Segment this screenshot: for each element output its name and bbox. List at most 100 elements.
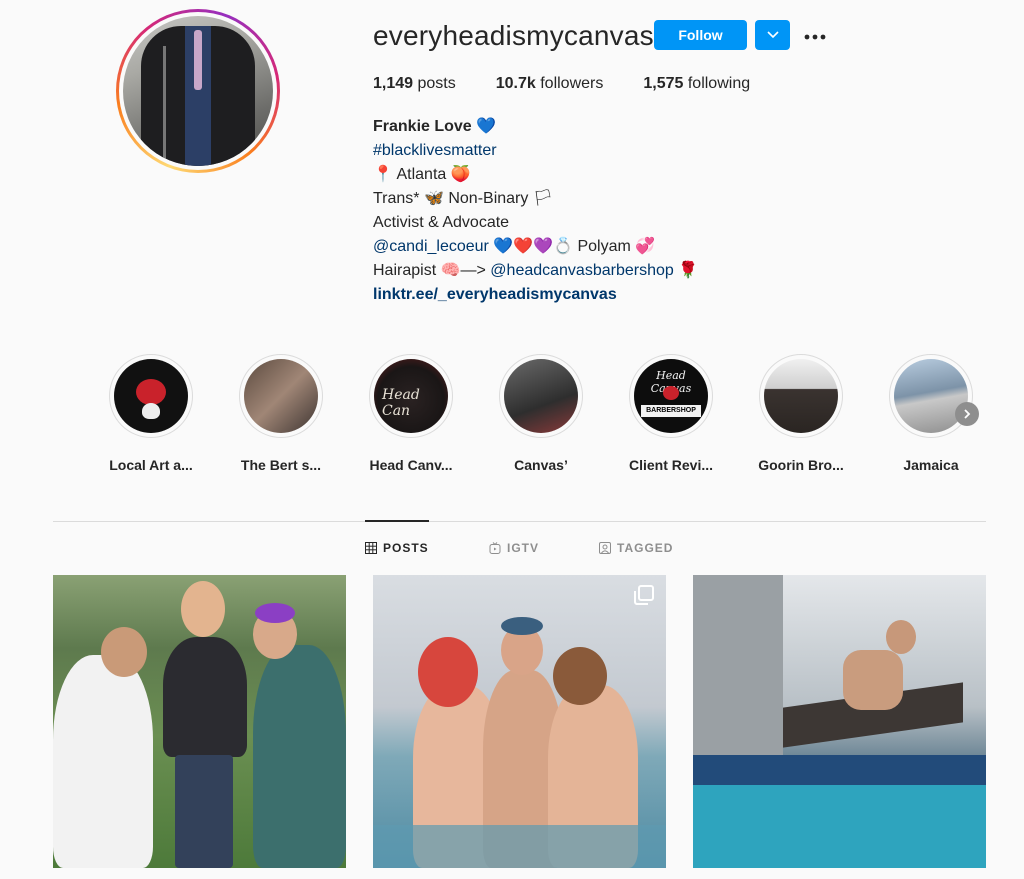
photo-hair [501, 617, 543, 635]
tabs-divider [53, 521, 986, 522]
photo-head [101, 627, 147, 677]
photo-hair [418, 637, 478, 707]
following-label: following [683, 75, 751, 92]
tab-label: IGTV [507, 541, 540, 555]
bio-name: Frankie Love 💙 [373, 118, 497, 135]
bio-role: Activist & Advocate [373, 214, 510, 231]
bio-external-url[interactable]: linktr.ee/_everyheadismycanvas [373, 286, 617, 303]
photo-head [886, 620, 916, 654]
photo-person [843, 650, 903, 710]
highlight-cover [894, 359, 968, 433]
more-options-button[interactable] [800, 22, 830, 48]
highlight-head-canvas[interactable]: Head Can Head Canv... [346, 354, 476, 473]
bio-location: 📍 Atlanta 🍑 [373, 166, 471, 183]
bio-hair-suffix: 🌹 [673, 262, 699, 279]
highlight-ring: Head Canvas BARBERSHOP [629, 354, 713, 438]
highlight-label: Client Revi... [628, 457, 714, 473]
posts-count: 1,149 [373, 75, 414, 92]
tab-posts[interactable]: POSTS [365, 541, 429, 555]
rose-graphic [663, 386, 679, 400]
tab-label: POSTS [383, 541, 429, 555]
avatar-zip [163, 46, 166, 166]
pool-water [373, 825, 666, 868]
highlight-label: Local Art a... [109, 457, 193, 473]
followers-count: 10.7k [495, 75, 536, 92]
followers-label: followers [535, 75, 604, 92]
highlight-label: The Bert s... [240, 457, 322, 473]
bio-hair-prefix: Hairapist 🧠—> [373, 262, 491, 279]
profile-username: everyheadismycanvas [373, 20, 654, 51]
multiple-photos-icon [634, 585, 654, 605]
profile-stats: 1,149 posts 10.7k followers 1,575 follow… [373, 75, 790, 93]
highlight-label: Canvas’ [514, 457, 568, 473]
bio-identity: Trans* 🦋 Non-Binary 🏳 [373, 190, 554, 207]
highlight-cover [114, 359, 188, 433]
photo-hair [255, 603, 295, 623]
profile-bio: Frankie Love 💙 #blacklivesmatter 📍 Atlan… [373, 115, 793, 307]
following-count: 1,575 [643, 75, 684, 92]
photo-person [53, 655, 153, 868]
photo-head [181, 581, 225, 637]
highlight-ring: Head Can [369, 354, 453, 438]
bio-hair-line: Hairapist 🧠—> @headcanvasbarbershop 🌹 [373, 259, 793, 283]
following-stat[interactable]: 1,575 following [643, 75, 750, 93]
grid-icon [365, 542, 377, 554]
chevron-right-icon [964, 409, 971, 419]
story-highlights: Local Art a... The Bert s... Head Can He… [86, 354, 996, 473]
bio-partner-line: @candi_lecoeur 💙❤️💜💍 Polyam 💞 [373, 235, 793, 259]
highlight-client-reviews[interactable]: Head Canvas BARBERSHOP Client Revi... [606, 354, 736, 473]
highlight-label: Goorin Bro... [758, 457, 844, 473]
highlight-ring [499, 354, 583, 438]
chevron-down-icon [755, 20, 790, 50]
highlight-ring [889, 354, 973, 438]
followers-stat[interactable]: 10.7k followers [496, 75, 604, 93]
igtv-icon [489, 542, 501, 554]
highlight-cover: Head Can [374, 359, 448, 433]
bio-partner-suffix: 💙❤️💜💍 Polyam 💞 [488, 238, 656, 255]
profile-tabs: POSTS IGTV TAGGED [0, 541, 1024, 557]
bio-hashtag-link[interactable]: #blacklivesmatter [373, 142, 497, 159]
photo-person [175, 755, 233, 868]
avatar-tie [194, 30, 202, 90]
post-thumbnail[interactable] [53, 575, 346, 868]
post-thumbnail[interactable] [373, 575, 666, 868]
tab-tagged[interactable]: TAGGED [599, 541, 673, 555]
bio-partner-link[interactable]: @candi_lecoeur [373, 238, 489, 255]
rose-graphic [136, 379, 166, 405]
badge-shop-text: BARBERSHOP [641, 405, 701, 417]
highlight-cover: Head Canvas BARBERSHOP [634, 359, 708, 433]
skull-graphic [142, 403, 160, 419]
photo-person [163, 637, 247, 757]
profile-avatar-ring[interactable] [116, 9, 280, 173]
highlights-next-button[interactable] [955, 402, 979, 426]
posts-label: posts [413, 75, 456, 92]
highlight-label: Jamaica [903, 457, 959, 473]
highlight-canvas[interactable]: Canvas’ [476, 354, 606, 473]
highlight-ring [109, 354, 193, 438]
highlight-label: Head Canv... [369, 457, 453, 473]
post-thumbnail[interactable] [693, 575, 986, 868]
photo-person [253, 645, 346, 868]
suggested-dropdown-button[interactable] [755, 20, 790, 50]
follow-button[interactable]: Follow [654, 20, 747, 50]
photo-hair [553, 647, 607, 705]
highlight-cover [244, 359, 318, 433]
highlight-cover [504, 359, 578, 433]
highlight-the-bert[interactable]: The Bert s... [216, 354, 346, 473]
head-canvas-sign-text: Head Can [382, 387, 420, 419]
highlight-local-art[interactable]: Local Art a... [86, 354, 216, 473]
highlight-ring [759, 354, 843, 438]
pool-tiles [693, 755, 986, 785]
bio-barbershop-link[interactable]: @headcanvasbarbershop [490, 262, 673, 279]
tagged-icon [599, 542, 611, 554]
highlight-goorin-bros[interactable]: Goorin Bro... [736, 354, 866, 473]
more-options-icon [804, 34, 826, 40]
profile-avatar[interactable] [123, 16, 273, 166]
pool-water [693, 785, 986, 868]
active-tab-indicator [365, 520, 429, 522]
tab-igtv[interactable]: IGTV [489, 541, 539, 555]
highlight-cover [764, 359, 838, 433]
posts-stat: 1,149 posts [373, 75, 456, 93]
highlight-ring [239, 354, 323, 438]
tab-label: TAGGED [617, 541, 674, 555]
